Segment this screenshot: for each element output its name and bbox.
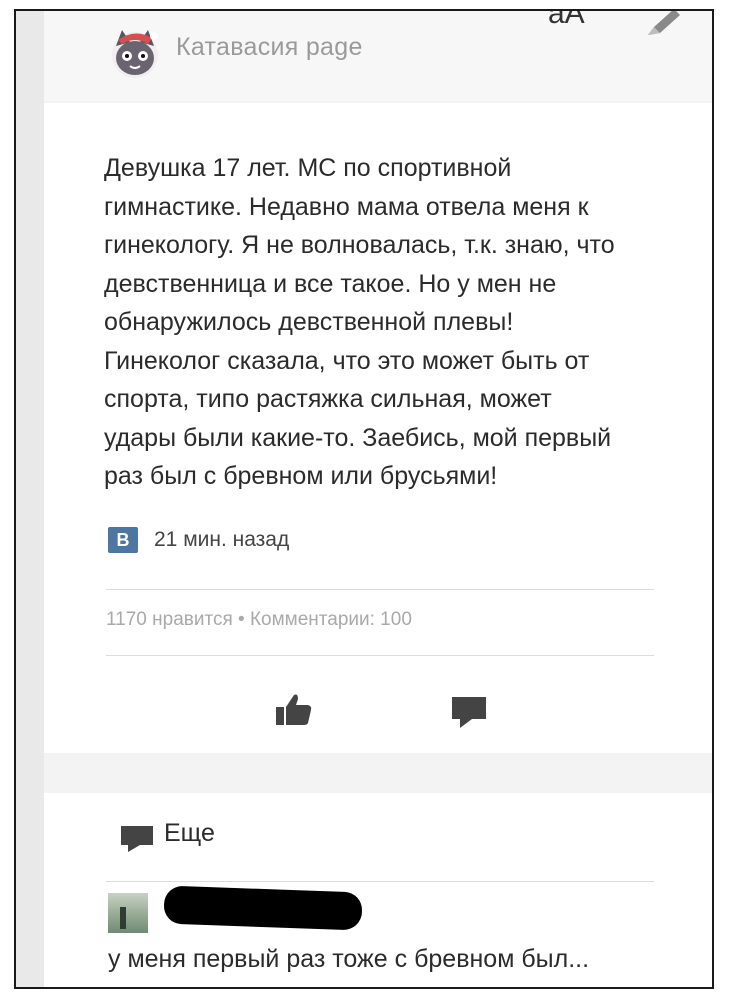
comment-text: у меня первый раз тоже с бревном был... [108, 945, 590, 973]
vk-source-badge[interactable]: B [108, 527, 138, 553]
page-name[interactable]: Катавасия page [176, 33, 363, 62]
cat-avatar-icon[interactable] [108, 26, 162, 80]
thumbs-up-icon[interactable] [274, 693, 314, 727]
divider [106, 655, 654, 656]
commenter-avatar[interactable] [108, 893, 148, 933]
post-text: Девушка 17 лет. МС по спортивной гимнаст… [104, 154, 615, 490]
comment-icon[interactable] [120, 825, 154, 853]
more-comments-link[interactable]: Еще [164, 819, 215, 848]
screenshot-frame: Катавасия page аА Девушка 17 лет. МС по … [14, 9, 714, 989]
divider [106, 589, 654, 590]
divider [106, 881, 654, 882]
pencil-icon[interactable] [644, 9, 684, 37]
left-edge-strip [16, 11, 44, 987]
post-card: Девушка 17 лет. МС по спортивной гимнаст… [44, 103, 712, 753]
post-timestamp[interactable]: 21 мин. назад [154, 527, 289, 553]
post-header: Катавасия page аА [44, 11, 712, 101]
font-size-icon[interactable]: аА [548, 11, 585, 31]
post-stats[interactable]: 1170 нравится • Комментарии: 100 [106, 609, 412, 631]
comments-section: Еще у меня первый раз тоже с бревном был… [44, 793, 712, 987]
redacted-username [163, 885, 363, 931]
comment-icon[interactable] [450, 695, 488, 729]
